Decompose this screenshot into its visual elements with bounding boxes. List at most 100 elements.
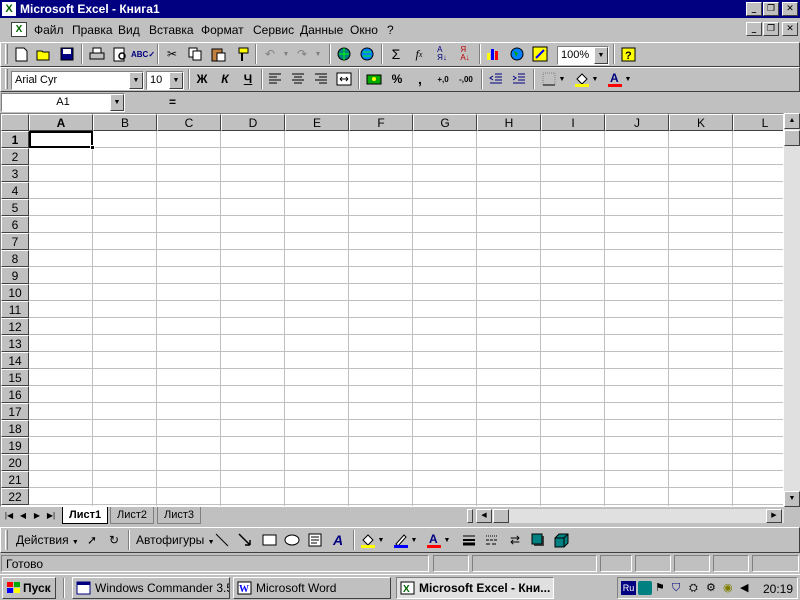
- menu-window[interactable]: Окно: [350, 23, 378, 37]
- menu-help[interactable]: ?: [387, 23, 394, 37]
- worksheet-grid[interactable]: ABCDEFGHIJKL 1 2 3 4 5 6 7 8 9 10 11 12 13 14 15 16 17 18…: [0, 113, 784, 507]
- wordart-icon[interactable]: A: [327, 529, 349, 551]
- speaker-icon[interactable]: ◀: [740, 581, 754, 595]
- bold-button[interactable]: Ж: [191, 68, 213, 90]
- task-microsoft-excel[interactable]: X Microsoft Excel - Кни...: [396, 577, 554, 599]
- increase-indent-icon[interactable]: [508, 68, 530, 90]
- align-right-icon[interactable]: [310, 68, 332, 90]
- row-header-16[interactable]: 16: [1, 386, 29, 403]
- last-sheet-icon[interactable]: ▶|: [44, 508, 58, 523]
- language-indicator[interactable]: Ru: [621, 581, 636, 595]
- menu-tools[interactable]: Сервис: [253, 23, 294, 37]
- tray-app-icon[interactable]: [638, 581, 652, 595]
- decrease-indent-icon[interactable]: [485, 68, 507, 90]
- oval-icon[interactable]: [281, 529, 303, 551]
- drawing-icon[interactable]: [529, 43, 551, 65]
- sort-descending-icon[interactable]: Я А↓: [454, 43, 476, 65]
- tab-sheet1[interactable]: Лист1: [62, 507, 109, 524]
- print-icon[interactable]: [86, 43, 108, 65]
- spelling-icon[interactable]: ABC✓: [131, 43, 155, 65]
- tab-sheet3[interactable]: Лист3: [157, 507, 202, 524]
- percent-button[interactable]: %: [386, 68, 408, 90]
- menu-format[interactable]: Формат: [201, 23, 244, 37]
- row-header-2[interactable]: 2: [1, 148, 29, 165]
- row-header-5[interactable]: 5: [1, 199, 29, 216]
- row-header-18[interactable]: 18: [1, 420, 29, 437]
- row-header-1[interactable]: 1: [1, 131, 29, 148]
- align-center-icon[interactable]: [287, 68, 309, 90]
- shield-icon[interactable]: ⛉: [672, 581, 686, 595]
- fill-color-dropdown-icon[interactable]: ▼: [589, 68, 601, 90]
- 3d-icon[interactable]: [550, 529, 572, 551]
- autoshapes-menu[interactable]: Автофигуры ▼: [136, 533, 215, 547]
- map-icon[interactable]: [506, 43, 528, 65]
- menu-data[interactable]: Данные: [300, 23, 343, 37]
- clock[interactable]: 20:19: [763, 582, 793, 596]
- scroll-left-icon[interactable]: ◀: [476, 509, 492, 523]
- row-header-10[interactable]: 10: [1, 284, 29, 301]
- rectangle-icon[interactable]: [258, 529, 280, 551]
- row-header-9[interactable]: 9: [1, 267, 29, 284]
- actions-menu[interactable]: Действия ▼: [16, 533, 79, 547]
- first-sheet-icon[interactable]: |◀: [2, 508, 16, 523]
- row-header-12[interactable]: 12: [1, 318, 29, 335]
- decrease-decimal-button[interactable]: -,00: [455, 68, 477, 90]
- toolbar-grip[interactable]: [5, 69, 8, 89]
- chevron-down-icon[interactable]: ▼: [594, 47, 608, 64]
- network-icon[interactable]: ⛭: [689, 581, 703, 595]
- borders-dropdown-icon[interactable]: ▼: [556, 68, 568, 90]
- tab-split-handle[interactable]: [467, 509, 473, 523]
- select-objects-icon[interactable]: ➚: [81, 529, 103, 551]
- shadow-icon[interactable]: [527, 529, 549, 551]
- column-header-f[interactable]: F: [349, 114, 413, 131]
- function-icon[interactable]: fx: [408, 43, 430, 65]
- cut-icon[interactable]: ✂: [161, 43, 183, 65]
- hscroll-thumb[interactable]: [493, 509, 509, 523]
- dash-style-icon[interactable]: [481, 529, 503, 551]
- open-icon[interactable]: [33, 43, 55, 65]
- hyperlink-icon[interactable]: [333, 43, 355, 65]
- menu-file[interactable]: Файл: [34, 23, 64, 37]
- row-header-7[interactable]: 7: [1, 233, 29, 250]
- menu-view[interactable]: Вид: [118, 23, 140, 37]
- prev-sheet-icon[interactable]: ◀: [16, 508, 30, 523]
- select-all-corner[interactable]: [1, 114, 29, 131]
- toolbar-grip[interactable]: [5, 44, 8, 64]
- doc-minimize-button[interactable]: _: [746, 22, 762, 36]
- font-dropdown[interactable]: Arial Cyr ▼: [11, 71, 144, 90]
- line-style-icon[interactable]: [458, 529, 480, 551]
- font-color-dropdown-icon[interactable]: ▼: [622, 68, 634, 90]
- row-header-19[interactable]: 19: [1, 437, 29, 454]
- column-header-c[interactable]: C: [157, 114, 221, 131]
- font-color-dropdown-icon[interactable]: ▼: [441, 529, 453, 551]
- format-painter-icon[interactable]: [230, 43, 252, 65]
- column-header-j[interactable]: J: [605, 114, 669, 131]
- flag-icon[interactable]: ⚑: [655, 581, 669, 595]
- zoom-dropdown[interactable]: 100% ▼: [557, 46, 609, 65]
- start-button[interactable]: Пуск: [2, 577, 56, 599]
- scroll-down-icon[interactable]: ▼: [784, 491, 800, 507]
- row-header-8[interactable]: 8: [1, 250, 29, 267]
- row-header-4[interactable]: 4: [1, 182, 29, 199]
- office-assistant-icon[interactable]: ?: [617, 43, 639, 65]
- underline-button[interactable]: Ч: [237, 68, 259, 90]
- fill-color-dropdown-icon[interactable]: ▼: [375, 529, 387, 551]
- line-icon[interactable]: [211, 529, 233, 551]
- doc-close-button[interactable]: ✕: [782, 22, 798, 36]
- column-header-b[interactable]: B: [93, 114, 157, 131]
- column-header-l[interactable]: L: [733, 114, 783, 131]
- minimize-button[interactable]: _: [746, 2, 762, 16]
- align-left-icon[interactable]: [264, 68, 286, 90]
- arrow-style-icon[interactable]: ⇄: [504, 529, 526, 551]
- task-microsoft-word[interactable]: W Microsoft Word: [233, 577, 391, 599]
- comma-style-button[interactable]: ,: [409, 68, 431, 90]
- formula-input[interactable]: [183, 93, 800, 112]
- title-bar[interactable]: X Microsoft Excel - Книга1 _ ❐ ✕: [0, 0, 800, 18]
- new-icon[interactable]: [10, 43, 32, 65]
- merge-center-icon[interactable]: [333, 68, 355, 90]
- column-header-h[interactable]: H: [477, 114, 541, 131]
- row-header-11[interactable]: 11: [1, 301, 29, 318]
- row-header-21[interactable]: 21: [1, 471, 29, 488]
- row-header-6[interactable]: 6: [1, 216, 29, 233]
- web-toolbar-icon[interactable]: [356, 43, 378, 65]
